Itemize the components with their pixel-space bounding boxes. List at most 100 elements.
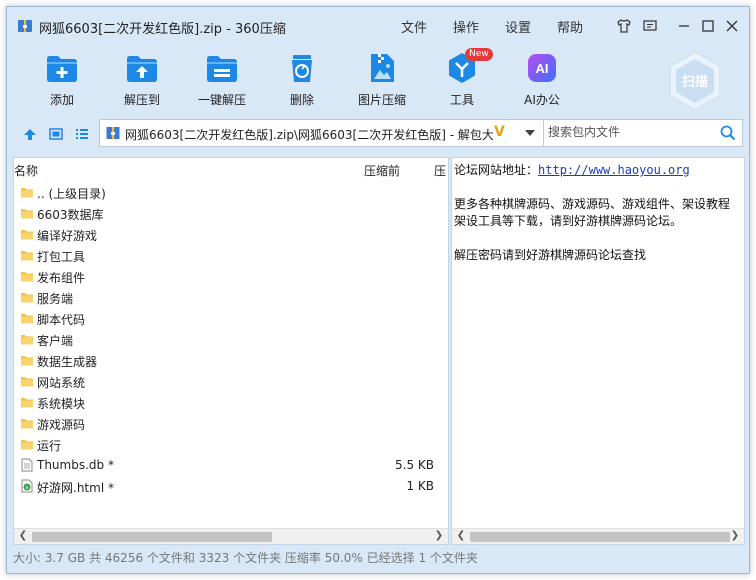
file-name: Thumbs.db * (37, 458, 114, 472)
forum-link[interactable]: http://www.haoyou.org (538, 163, 690, 177)
file-row[interactable]: 网站系统 (14, 371, 448, 392)
image-compress-button[interactable]: 图片压缩 (347, 51, 417, 108)
add-label: 添加 (49, 93, 74, 107)
menu-help[interactable]: 帮助 (557, 17, 583, 36)
skin-shirt-icon[interactable] (615, 17, 633, 35)
comment-scroll-thumb[interactable] (470, 532, 730, 542)
comment-horizontal-scrollbar[interactable]: ❮ ❯ (452, 528, 744, 544)
scroll-right-icon[interactable]: ❯ (432, 530, 446, 541)
ai-office-button[interactable]: AI AI办公 (507, 51, 577, 108)
menu-file[interactable]: 文件 (401, 17, 427, 36)
file-name: 发布组件 (37, 271, 86, 285)
menu-settings[interactable]: 设置 (505, 17, 531, 36)
folder-icon (21, 251, 33, 261)
folder-icon (21, 356, 33, 366)
file-size: 1 KB (406, 479, 434, 493)
folder-icon (21, 377, 33, 387)
comment-scroll-left-icon[interactable]: ❮ (454, 530, 468, 541)
list-view-icon[interactable] (73, 125, 91, 143)
feedback-icon[interactable] (641, 17, 659, 35)
check-v-icon[interactable]: V (494, 124, 505, 140)
one-click-extract-button[interactable]: 一键解压 (187, 51, 257, 108)
window-title: 网狐6603[二次开发红色版].zip - 360压缩 (39, 22, 286, 37)
add-button[interactable]: 添加 (27, 51, 97, 108)
search-input[interactable] (548, 125, 708, 139)
file-row[interactable]: 编译好游戏 (14, 224, 448, 245)
address-path: 网狐6603[二次开发红色版].zip\网狐6603[二次开发红色版] - 解包… (125, 128, 493, 142)
scan-button[interactable]: 扫描 (663, 49, 727, 113)
scan-label: 扫描 (682, 74, 708, 89)
file-row[interactable]: 服务端 (14, 287, 448, 308)
folder-icon (21, 335, 33, 345)
column-compressed-size[interactable]: 压 (434, 162, 446, 179)
file-row[interactable]: .. (上级目录) (14, 182, 448, 203)
tools-button[interactable]: New 工具 (427, 48, 497, 108)
file-row[interactable]: 数据生成器 (14, 350, 448, 371)
folder-icon (21, 398, 33, 408)
title-bar: 网狐6603[二次开发红色版].zip - 360压缩 文件 操作 设置 帮助 (7, 7, 749, 45)
app-window: 网狐6603[二次开发红色版].zip - 360压缩 文件 操作 设置 帮助 (6, 6, 750, 574)
ai-office-label: AI办公 (524, 93, 560, 107)
scroll-left-icon[interactable]: ❮ (16, 530, 30, 541)
file-icon (21, 458, 33, 472)
delete-button[interactable]: 删除 (267, 51, 337, 108)
comment-line3: 架设工具等下载，请到好游棋牌源码论坛。 (454, 214, 683, 228)
ai-icon-text: AI (536, 61, 549, 76)
file-size: 5.5 KB (395, 458, 434, 472)
file-row[interactable]: 打包工具 (14, 245, 448, 266)
maximize-icon[interactable] (699, 17, 717, 35)
image-compress-label: 图片压缩 (357, 93, 406, 107)
file-row[interactable]: 游戏源码 (14, 413, 448, 434)
file-name: 脚本代码 (37, 313, 86, 327)
folder-icon (21, 314, 33, 324)
file-row[interactable]: Thumbs.db * 5.5 KB (14, 455, 448, 476)
file-row[interactable]: 脚本代码 (14, 308, 448, 329)
address-bar[interactable]: 网狐6603[二次开发红色版].zip\网狐6603[二次开发红色版] - 解包… (99, 119, 545, 147)
zip-file-icon (106, 127, 120, 139)
file-row[interactable]: 运行 (14, 434, 448, 455)
file-name: 运行 (37, 439, 62, 453)
address-dropdown-icon[interactable] (516, 120, 544, 146)
file-name: 编译好游戏 (37, 229, 98, 243)
ai-office-icon: AI (525, 51, 559, 85)
image-compress-icon (365, 51, 399, 85)
file-name: 系统模块 (37, 397, 86, 411)
extract-to-label: 解压到 (123, 93, 160, 107)
comment-text: 论坛网站地址：http://www.haoyou.org 更多各种棋牌源码、游戏… (454, 162, 730, 264)
up-arrow-icon[interactable] (21, 125, 39, 143)
horizontal-scrollbar[interactable]: ❮ ❯ (14, 528, 448, 544)
file-row[interactable]: e 好游网.html * 1 KB (14, 476, 448, 497)
file-name: 打包工具 (37, 250, 86, 264)
tools-label: 工具 (449, 93, 474, 107)
file-row[interactable]: 客户端 (14, 329, 448, 350)
folder-icon (21, 230, 33, 240)
scroll-thumb[interactable] (32, 532, 272, 542)
search-box (543, 119, 743, 147)
search-icon[interactable] (720, 125, 736, 141)
close-icon[interactable] (723, 17, 741, 35)
new-badge: New (465, 48, 493, 61)
thumbnail-view-icon[interactable] (47, 125, 65, 143)
file-name: 游戏源码 (37, 418, 86, 432)
minimize-icon[interactable] (675, 17, 693, 35)
file-row[interactable]: 6603数据库 (14, 203, 448, 224)
comment-line2: 更多各种棋牌源码、游戏源码、游戏组件、架设教程 (454, 197, 731, 211)
menu-operate[interactable]: 操作 (453, 17, 479, 36)
file-row[interactable]: 发布组件 (14, 266, 448, 287)
extract-to-button[interactable]: 解压到 (107, 51, 177, 108)
comment-prefix: 论坛网站地址： (454, 163, 539, 177)
delete-icon (285, 51, 319, 85)
file-name: 客户端 (37, 334, 74, 348)
column-name[interactable]: 名称 (14, 162, 38, 179)
file-name: .. (上级目录) (37, 187, 106, 201)
comment-scroll-right-icon[interactable]: ❯ (728, 530, 742, 541)
comment-panel: 论坛网站地址：http://www.haoyou.org 更多各种棋牌源码、游戏… (451, 157, 745, 545)
file-row[interactable]: 系统模块 (14, 392, 448, 413)
extract-to-icon (125, 51, 159, 85)
html-file-icon: e (21, 479, 33, 493)
tools-icon: New (445, 48, 493, 85)
column-original-size[interactable]: 压缩前 (364, 162, 400, 179)
folder-icon (21, 419, 33, 429)
file-list-panel: 名称 压缩前 压 .. (上级目录) 6603数据库编译好游戏打包工具发布组件服务… (13, 157, 449, 545)
zip-app-icon (18, 20, 32, 32)
